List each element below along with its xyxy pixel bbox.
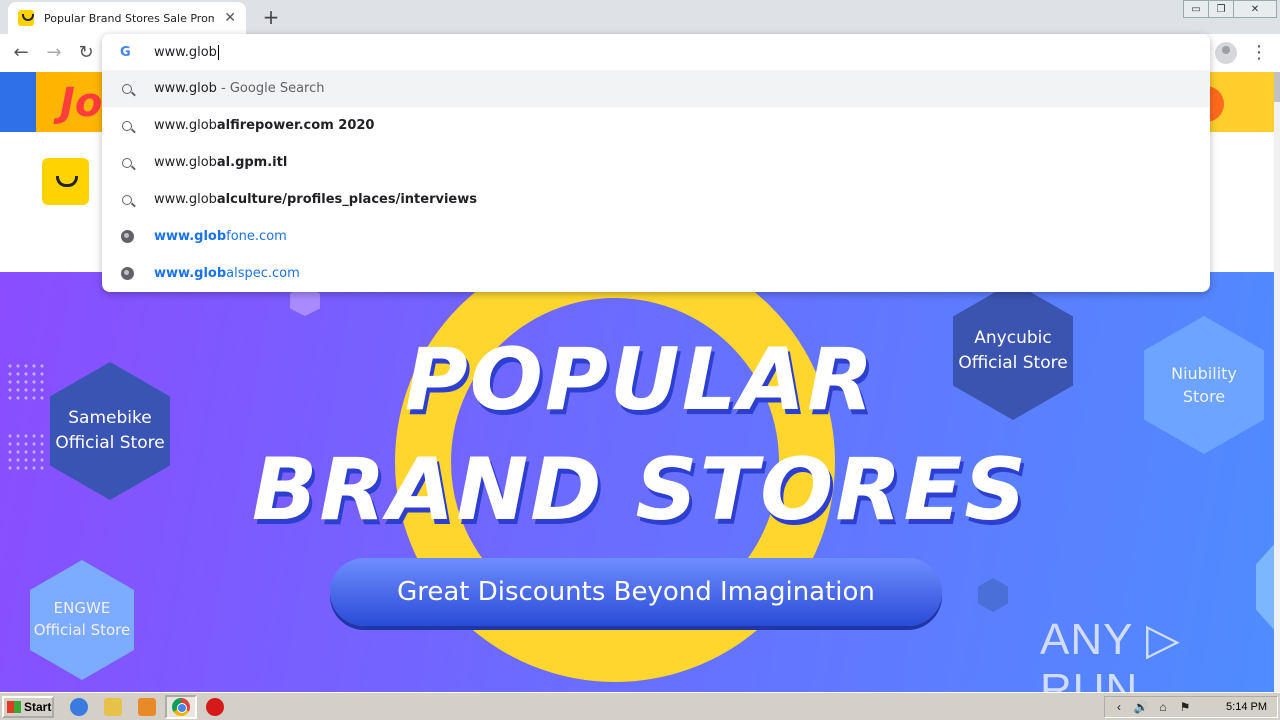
promo-strip-text: Jo [60,80,103,126]
windows-logo-icon [7,701,21,713]
volume-icon[interactable]: 🔊 [1133,700,1149,714]
search-suggestion[interactable]: www.globalculture/profiles_places/interv… [102,181,1210,218]
suggestion-completion: alfirepower.com 2020 [216,118,375,133]
page-scrollbar[interactable] [1274,72,1280,692]
site-favicon-icon [18,10,34,26]
taskbar-clock[interactable]: 5:14 PM [1226,701,1267,713]
tray-expand-icon[interactable]: ‹ [1111,700,1127,714]
text-caret [217,44,219,60]
suggestion-typed-part: www.glob [154,266,227,281]
hex-decoration [978,578,1008,612]
browser-menu-button[interactable]: ⋮ [1250,42,1268,63]
window-minimize-button[interactable]: ▭ [1183,0,1209,18]
google-icon: G [120,44,131,60]
address-bar[interactable]: G www.glob [102,34,1210,70]
reload-button[interactable]: ↻ [74,42,98,64]
search-suggestion[interactable]: www.globalfirepower.com 2020 [102,107,1210,144]
suggestion-typed-part: www.glob [154,118,217,133]
suggestion-text: www.globalculture/profiles_places/interv… [154,192,477,207]
address-bar-input[interactable]: www.glob [154,45,217,60]
hero-tagline-button[interactable]: Great Discounts Beyond Imagination [330,558,942,626]
windows-taskbar: Start ‹ 🔊 ⌂ ⚑ 5:14 PM [0,692,1280,720]
suggestion-completion: alculture/profiles_places/interviews [216,192,477,207]
network-icon[interactable]: ⌂ [1155,700,1171,714]
suggestion-typed-part: www.glob [154,192,217,207]
store-label: Samebike Official Store [55,408,165,453]
start-button[interactable]: Start [2,696,54,718]
globe-icon [120,230,134,243]
profile-avatar-icon[interactable] [1215,42,1237,64]
search-suggestion[interactable]: www.glob - Google Search [102,70,1210,107]
window-maximize-button[interactable]: ❐ [1208,0,1234,18]
media-player-icon[interactable] [138,698,156,716]
site-logo-icon[interactable] [42,158,89,205]
scrollbar-thumb[interactable] [1274,72,1280,102]
suggestion-text: www.global.gpm.itl [154,155,287,170]
back-button[interactable]: ← [9,42,33,64]
browser-tab[interactable]: Popular Brand Stores Sale Promotion ✕ [8,2,246,34]
hero-headline-line2: BRAND STORES [251,440,1029,540]
suggestion-typed-part: www.glob [154,229,227,244]
suggestion-suffix: - Google Search [216,81,325,96]
url-suggestion[interactable]: www.globalspec.com [102,255,1210,292]
suggestion-completion: alspec.com [226,266,300,281]
dot-pattern-decoration [6,432,46,472]
tab-title: Popular Brand Stores Sale Promotion [44,11,215,25]
store-label: ENGWE Official Store [33,599,131,639]
suggestion-list: www.glob - Google Search www.globalfirepo… [102,70,1210,292]
suggestion-completion: al.gpm.itl [216,155,288,170]
omnibox-dropdown: G www.glob www.glob - Google Search www.g… [102,34,1210,292]
suggestion-text: www.glob - Google Search [154,81,325,96]
hero-headline-line1: POPULAR [404,330,876,430]
chrome-icon [172,698,190,716]
search-icon [120,194,134,205]
store-hex-niubility[interactable]: Niubility Store [1144,316,1264,454]
hero-banner[interactable]: Samebike Official Store Anycubic Officia… [0,272,1274,692]
tab-strip: Popular Brand Stores Sale Promotion ✕ + … [0,0,1280,34]
suggestion-completion: fone.com [226,229,287,244]
anyrun-watermark: ANY ▷ RUN [1040,615,1181,692]
suggestion-text: www.globfone.com [154,229,287,244]
new-tab-button[interactable]: + [262,5,280,29]
internet-explorer-icon[interactable] [70,698,88,716]
promo-strip-image [0,72,36,132]
tab-close-icon[interactable]: ✕ [224,10,236,26]
suggestion-text: www.globalfirepower.com 2020 [154,118,374,133]
store-hex-engwe[interactable]: ENGWE Official Store [30,560,134,680]
start-label: Start [24,700,52,714]
stop-icon[interactable] [206,698,224,716]
search-icon [120,157,134,168]
search-icon [120,120,134,131]
window-close-button[interactable]: ✕ [1233,0,1277,18]
url-suggestion[interactable]: www.globfone.com [102,218,1210,255]
suggestion-typed-part: www.glob [154,81,217,96]
forward-button[interactable]: → [42,42,66,64]
dot-pattern-decoration [6,362,46,402]
search-suggestion[interactable]: www.global.gpm.itl [102,144,1210,181]
action-center-flag-icon[interactable]: ⚑ [1177,700,1193,714]
globe-icon [120,267,134,280]
suggestion-typed-part: www.glob [154,155,217,170]
system-tray: ‹ 🔊 ⌂ ⚑ 5:14 PM [1104,696,1278,718]
file-explorer-icon[interactable] [104,698,122,716]
suggestion-text: www.globalspec.com [154,266,300,281]
search-icon [120,83,134,94]
store-label: Niubility Store [1171,363,1237,406]
